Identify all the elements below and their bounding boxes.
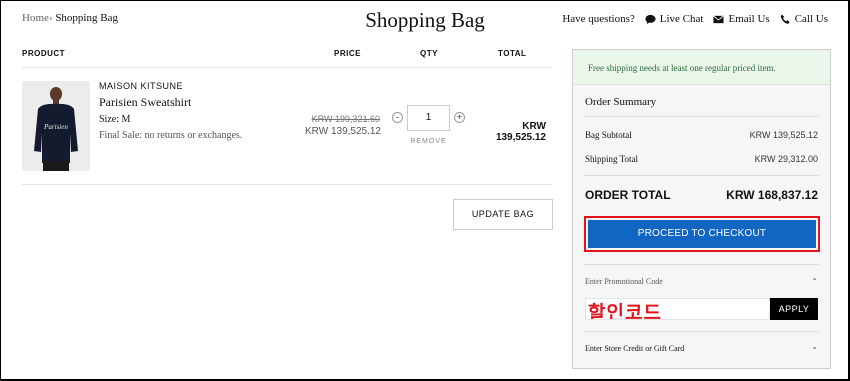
product-image[interactable]: Parisien xyxy=(22,81,90,171)
chevron-up-icon[interactable]: ⌃ xyxy=(811,277,818,286)
email-label: Email Us xyxy=(728,13,770,25)
product-size: Size: M xyxy=(99,114,131,125)
product-brand: MAISON KITSUNE xyxy=(99,81,184,91)
sweatshirt-model-image: Parisien xyxy=(22,81,90,171)
help-question: Have questions? xyxy=(562,13,635,25)
shipping-total-value: KRW 29,312.00 xyxy=(754,154,818,164)
store-credit-label[interactable]: Enter Store Credit or Gift Card xyxy=(585,344,684,353)
shipping-total-label: Shipping Total xyxy=(585,154,638,164)
summary-divider xyxy=(584,175,819,176)
email-link[interactable]: Email Us xyxy=(713,13,770,25)
order-summary-title: Order Summary xyxy=(585,96,657,108)
apply-button[interactable]: APPLY xyxy=(770,298,818,320)
chevron-down-icon[interactable]: ⌄ xyxy=(811,342,818,351)
image-text: Parisien xyxy=(43,123,68,131)
bag-subtotal-label: Bag Subtotal xyxy=(585,130,632,140)
checkout-highlight: PROCEED TO CHECKOUT xyxy=(584,216,820,252)
line-total: KRW 139,525.12 xyxy=(495,121,546,143)
promo-code-input[interactable]: 할인코드 xyxy=(585,298,770,320)
order-total-value: KRW 168,837.12 xyxy=(726,188,818,202)
live-chat-label: Live Chat xyxy=(659,13,704,25)
order-total-label: ORDER TOTAL xyxy=(585,188,671,202)
call-link[interactable]: Call Us xyxy=(780,13,828,25)
header-qty: QTY xyxy=(420,49,438,58)
remove-link[interactable]: REMOVE xyxy=(407,138,450,145)
sale-price: KRW 139,525.12 xyxy=(305,126,381,137)
envelope-icon xyxy=(713,15,724,23)
update-bag-button[interactable]: UPDATE BAG xyxy=(453,199,553,230)
summary-divider xyxy=(584,331,819,332)
order-summary-panel: Free shipping needs at least one regular… xyxy=(572,49,831,369)
summary-divider xyxy=(584,116,819,117)
summary-divider xyxy=(584,264,819,265)
proceed-to-checkout-button[interactable]: PROCEED TO CHECKOUT xyxy=(588,220,816,248)
qty-increment-button[interactable]: + xyxy=(454,112,465,123)
call-label: Call Us xyxy=(794,13,828,25)
bag-subtotal-value: KRW 139,525.12 xyxy=(749,130,818,140)
header-total: TOTAL xyxy=(498,49,527,58)
header-price: PRICE xyxy=(334,49,361,58)
quantity-input[interactable]: 1 xyxy=(407,105,450,131)
promo-code-value: 할인코드 xyxy=(588,302,662,320)
header-divider xyxy=(22,67,552,68)
final-sale-note: Final Sale: no returns or exchanges. xyxy=(99,130,243,141)
promo-code-label[interactable]: Enter Promotional Code xyxy=(585,277,663,286)
live-chat-link[interactable]: Live Chat xyxy=(645,13,704,25)
row-divider xyxy=(22,184,552,185)
header-product: PRODUCT xyxy=(22,49,66,58)
phone-icon xyxy=(780,14,790,24)
help-links: Have questions? Live Chat Email Us Call … xyxy=(562,13,828,25)
free-shipping-notice: Free shipping needs at least one regular… xyxy=(573,50,830,85)
original-price: KRW 199,321.60 xyxy=(311,114,380,124)
product-name[interactable]: Parisien Sweatshirt xyxy=(99,95,191,110)
chat-bubble-icon xyxy=(645,14,656,24)
qty-decrement-button[interactable]: - xyxy=(392,112,403,123)
